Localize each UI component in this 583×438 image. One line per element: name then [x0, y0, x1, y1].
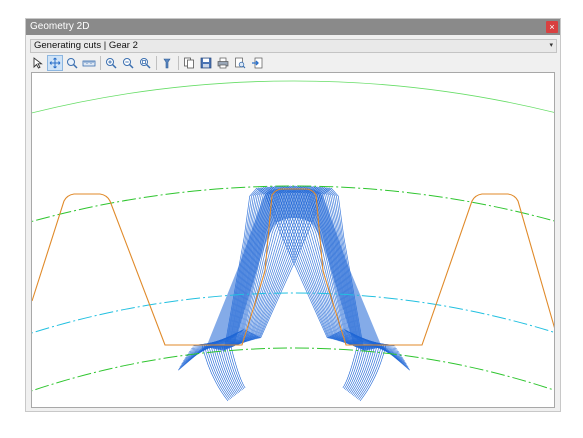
zoom-fit-tool[interactable]	[137, 55, 153, 71]
view-select-value: Generating cuts | Gear 2	[34, 40, 138, 51]
settings-icon	[163, 58, 171, 69]
pitch-circle-arc	[32, 292, 554, 334]
generating-cuts	[177, 185, 411, 402]
window-title: Geometry 2D	[30, 21, 90, 32]
zoom-in-tool[interactable]	[103, 55, 119, 71]
pointer-tool[interactable]	[30, 55, 46, 71]
geometry-2d-window: Geometry 2D × Generating cuts | Gear 2 ▾	[25, 18, 561, 412]
measure-tool[interactable]	[81, 55, 97, 71]
zoom-window-icon	[67, 58, 78, 69]
title-bar: Geometry 2D ×	[26, 19, 560, 35]
outer-circle-arc	[32, 80, 554, 114]
copy-tool[interactable]	[181, 55, 197, 71]
close-button[interactable]: ×	[546, 21, 558, 33]
print-preview-icon	[235, 57, 246, 69]
toolbar-separator	[100, 56, 101, 70]
chevron-down-icon: ▾	[549, 42, 553, 49]
save-tool[interactable]	[198, 55, 214, 71]
toolbar-separator	[178, 56, 179, 70]
pan-tool[interactable]	[47, 55, 63, 71]
print-icon	[217, 57, 229, 69]
measure-icon	[82, 60, 96, 67]
zoom-window-tool[interactable]	[64, 55, 80, 71]
export-tool[interactable]	[249, 55, 265, 71]
zoom-in-icon	[106, 58, 117, 69]
print-tool[interactable]	[215, 55, 231, 71]
pointer-icon	[33, 57, 43, 69]
zoom-out-tool[interactable]	[120, 55, 136, 71]
export-icon	[252, 57, 263, 69]
zoom-out-icon	[123, 58, 134, 69]
toolbar-separator	[156, 56, 157, 70]
print-preview-tool[interactable]	[232, 55, 248, 71]
view-select[interactable]: Generating cuts | Gear 2 ▾	[30, 39, 557, 53]
settings-tool[interactable]	[159, 55, 175, 71]
pan-icon	[49, 57, 61, 69]
drawing-canvas[interactable]	[31, 72, 555, 408]
save-icon	[200, 57, 212, 69]
gear-geometry-drawing	[32, 80, 554, 402]
tooth-envelope	[207, 189, 381, 345]
copy-icon	[184, 57, 194, 69]
zoom-fit-icon	[140, 58, 151, 69]
root-circle-arc	[32, 347, 554, 392]
toolbar	[30, 55, 266, 71]
